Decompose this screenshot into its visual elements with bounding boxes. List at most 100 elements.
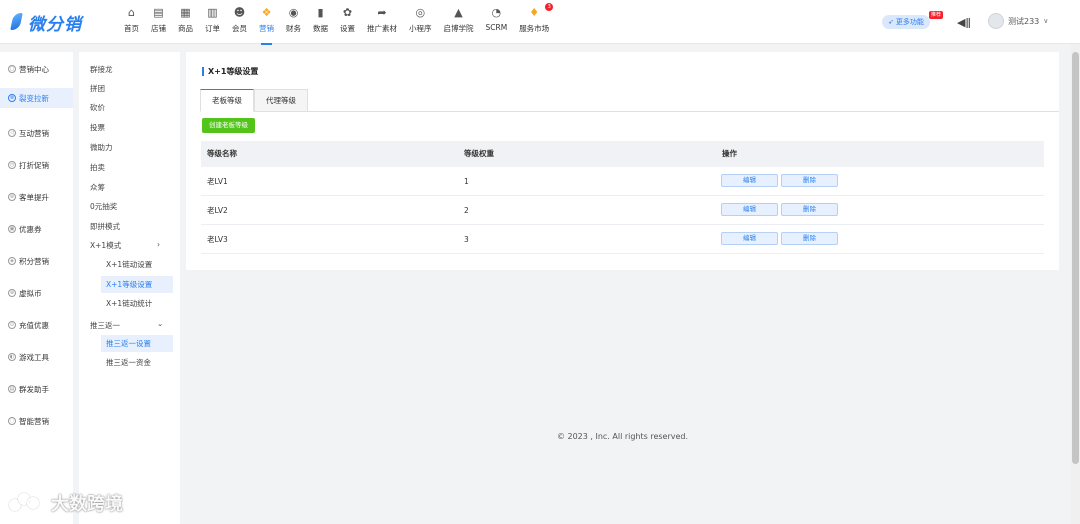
level-table: 等级名称 等级权重 操作 老LV1 1 编辑 删除 老LV2 2 编辑 删除 老LV3 3 编辑 删除 <box>201 141 1044 254</box>
sidebar-item-10[interactable]: ▤ 群发助手 <box>0 380 73 398</box>
tab-agent-level[interactable]: 代理等级 <box>254 89 308 112</box>
sidebar-item-3[interactable]: ◷ 打折促销 <box>0 156 73 174</box>
secondary-sidebar-item[interactable]: 0元抽奖 <box>90 201 117 212</box>
sidebar-item-7[interactable]: ⊕ 虚拟币 <box>0 284 73 302</box>
nav-label: 推广素材 <box>367 24 397 33</box>
menu-icon: ▣ <box>8 225 16 233</box>
tab-boss-level[interactable]: 老板等级 <box>200 89 254 112</box>
nav-item-scrm[interactable]: ◔ SCRM <box>480 6 514 40</box>
sidebar-item-refer-settings[interactable]: 推三返一设置 <box>101 335 173 352</box>
column-header-actions: 操作 <box>722 149 737 158</box>
academy-icon: ▲ <box>454 6 463 19</box>
edit-button[interactable]: 编辑 <box>721 232 778 245</box>
nav-label: 小程序 <box>409 24 432 33</box>
sidebar-item-2[interactable]: ◁ 互动营销 <box>0 124 73 142</box>
page-title: X+1等级设置 <box>202 67 258 76</box>
nav-item-settings[interactable]: ✿ 设置 <box>334 6 361 40</box>
sidebar-item-8[interactable]: ⊙ 充值优惠 <box>0 316 73 334</box>
sidebar-item-label: 积分营销 <box>19 256 49 266</box>
create-boss-level-button[interactable]: 创建老板等级 <box>202 118 255 133</box>
chevron-down-icon: ∨ <box>1043 17 1049 25</box>
nav-item-goods[interactable]: ▦ 商品 <box>172 6 199 40</box>
delete-button[interactable]: 删除 <box>781 203 838 216</box>
sidebar-item-x1-chain-settings[interactable]: X+1链动设置 <box>101 256 173 273</box>
nav-item-data[interactable]: ▮ 数据 <box>307 6 334 40</box>
sidebar-item-label: 营销中心 <box>19 64 49 74</box>
user-menu[interactable]: 测试233 ∨ <box>988 13 1048 29</box>
secondary-sidebar-item[interactable]: 众筹 <box>90 182 105 193</box>
sidebar-item-refer-funds[interactable]: 推三返一资金 <box>101 354 173 371</box>
order-icon: ▥ <box>207 6 218 19</box>
menu-icon: ◐ <box>8 353 16 361</box>
logo-icon <box>10 12 24 32</box>
secondary-sidebar-item[interactable]: 投票 <box>90 122 105 133</box>
edit-button[interactable]: 编辑 <box>721 174 778 187</box>
secondary-sidebar-item[interactable]: 即拼模式 <box>90 221 120 232</box>
level-weight: 2 <box>464 206 469 215</box>
sidebar-item-9[interactable]: ◐ 游戏工具 <box>0 348 73 366</box>
secondary-sidebar-item[interactable]: 群接龙 <box>90 64 113 75</box>
sidebar-item-11[interactable]: ◌ 智能营销 <box>0 412 73 430</box>
scrollbar-thumb[interactable] <box>1072 52 1079 464</box>
secondary-sidebar-item[interactable]: 砍价 <box>90 102 105 113</box>
menu-icon: ◁ <box>8 129 16 137</box>
nav-label: 财务 <box>286 24 301 33</box>
sidebar-item-0[interactable]: ▢ 营销中心 <box>0 60 73 78</box>
secondary-sidebar-item[interactable]: 拍卖 <box>90 162 105 173</box>
sidebar-item-x1-chain-stats[interactable]: X+1链动统计 <box>101 295 173 312</box>
nav-item-service-market[interactable]: ♦ 服务市场 3 <box>513 3 555 40</box>
username: 测试233 <box>1008 16 1040 26</box>
secondary-sidebar-item[interactable]: 拼团 <box>90 83 105 94</box>
sidebar-item-x1-level-settings[interactable]: X+1等级设置 <box>101 276 173 293</box>
nav-label: SCRM <box>485 23 508 32</box>
menu-icon: ⊕ <box>8 289 16 297</box>
notification-badge: 3 <box>545 3 554 11</box>
sidebar-item-4[interactable]: ⊛ 客单提升 <box>0 188 73 206</box>
level-name: 老LV1 <box>207 177 228 186</box>
nav-item-academy[interactable]: ▲ 启博学院 <box>438 6 480 40</box>
primary-sidebar: ▢ 营销中心 ⊗ 裂变拉新 ◁ 互动营销 ◷ 打折促销 ⊛ 客单提升 ▣ 优惠券 ◈ 积分营销 ⊕ 虚拟币 ⊙ 充… <box>0 52 73 524</box>
nav-item-miniapp[interactable]: ◎ 小程序 <box>403 6 438 40</box>
table-row: 老LV2 2 编辑 删除 <box>201 196 1044 225</box>
nav-item-home[interactable]: ⌂ 首页 <box>118 6 145 40</box>
miniapp-icon: ◎ <box>415 6 426 19</box>
nav-label: 商品 <box>178 24 193 33</box>
nav-item-share[interactable]: ➦ 推广素材 <box>361 6 403 40</box>
more-features-button[interactable]: ➶ 更多功能 <box>882 15 930 29</box>
menu-icon: ▤ <box>8 385 16 393</box>
sidebar-item-label: 裂变拉新 <box>19 93 49 103</box>
data-icon: ▮ <box>317 6 324 19</box>
nav-item-marketing[interactable]: ❖ 营销 <box>253 6 280 45</box>
delete-button[interactable]: 删除 <box>781 232 838 245</box>
nav-item-order[interactable]: ▥ 订单 <box>199 6 226 40</box>
table-row: 老LV1 1 编辑 删除 <box>201 167 1044 196</box>
sidebar-item-label: 互动营销 <box>19 128 49 138</box>
sidebar-item-5[interactable]: ▣ 优惠券 <box>0 220 73 238</box>
menu-icon: ▢ <box>8 65 16 73</box>
sidebar-group-refer[interactable]: 推三返一 <box>90 320 120 331</box>
nav-label: 启博学院 <box>443 24 474 33</box>
secondary-sidebar-item[interactable]: 微助力 <box>90 142 113 153</box>
scrollbar[interactable] <box>1071 44 1080 524</box>
nav-item-finance[interactable]: ◉ 财务 <box>280 6 307 40</box>
chevron-right-icon[interactable]: › <box>157 240 160 249</box>
delete-button[interactable]: 删除 <box>781 174 838 187</box>
sidebar-item-label: 充值优惠 <box>19 320 49 330</box>
nav-item-member[interactable]: ☻ 会员 <box>226 6 253 40</box>
sidebar-group-x1[interactable]: X+1模式 <box>90 240 121 251</box>
nav-label: 营销 <box>259 24 274 33</box>
column-header-weight: 等级权重 <box>464 149 494 158</box>
chevron-down-icon[interactable]: ⌄ <box>157 319 163 328</box>
avatar <box>988 13 1004 29</box>
edit-button[interactable]: 编辑 <box>721 203 778 216</box>
more-features-label: 更多功能 <box>895 18 924 26</box>
share-icon: ➦ <box>377 6 387 19</box>
sidebar-item-6[interactable]: ◈ 积分营销 <box>0 252 73 270</box>
sidebar-item-1[interactable]: ⊗ 裂变拉新 <box>0 88 73 108</box>
tab-bar: 老板等级 代理等级 <box>200 89 1059 112</box>
service-market-icon: ♦ <box>529 6 540 19</box>
speaker-icon[interactable]: ◀ǁ <box>957 16 971 29</box>
nav-item-store[interactable]: ▤ 店铺 <box>145 6 172 40</box>
app-logo[interactable]: 微分销 <box>10 10 82 35</box>
level-weight: 1 <box>464 177 469 186</box>
